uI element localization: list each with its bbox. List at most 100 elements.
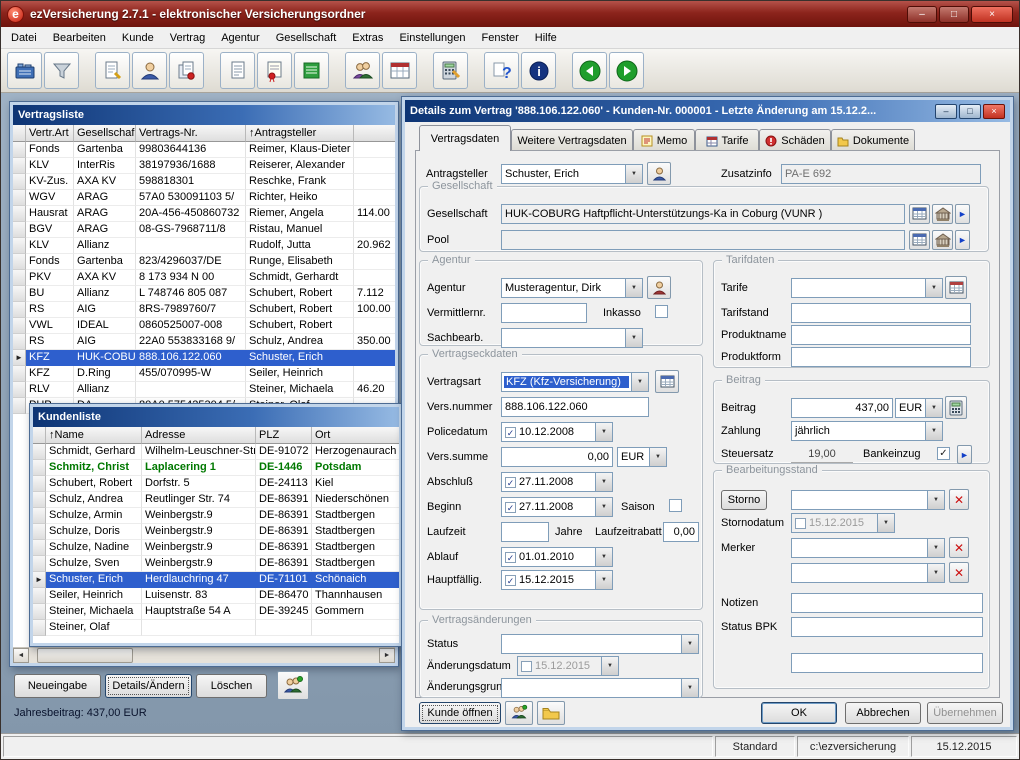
inkasso-checkbox[interactable] — [655, 305, 668, 318]
table-row[interactable]: Schmidt, GerhardWilhelm-Leuschner-StraDE… — [33, 444, 399, 460]
scroll-left-arrow[interactable]: ◄ — [13, 648, 29, 663]
tab-dokumente[interactable]: Dokumente — [831, 129, 915, 151]
details-minimize-button[interactable]: – — [935, 104, 957, 119]
table-row[interactable]: BGVARAG08-GS-7968711/8Ristau, Manuel — [13, 222, 395, 238]
ordner-button[interactable] — [537, 701, 565, 725]
table-row[interactable]: ►KFZHUK-COBU888.106.122.060Schuster, Eri… — [13, 350, 395, 366]
versnummer-field[interactable]: 888.106.122.060 — [501, 397, 649, 417]
steuersatz-field[interactable]: 19,00 — [791, 445, 853, 463]
chevron-down-icon[interactable]: ▼ — [595, 498, 612, 516]
menu-item-bearbeiten[interactable]: Bearbeiten — [45, 28, 114, 48]
hauptfaellig-checkbox[interactable] — [505, 575, 516, 586]
tab-schaeden[interactable]: Schäden — [759, 129, 831, 151]
tab-vertragsdaten[interactable]: Vertragsdaten — [419, 125, 511, 151]
table-row[interactable]: Schmitz, ChristLaplacering 1DE-1446Potsd… — [33, 460, 399, 476]
antragsteller-combobox[interactable]: Schuster, Erich▼ — [501, 164, 643, 184]
bankeinzug-checkbox[interactable] — [937, 447, 950, 460]
beitrag-field[interactable]: 437,00 — [791, 398, 893, 418]
menu-item-kunde[interactable]: Kunde — [114, 28, 162, 48]
vertragsliste-hscrollbar[interactable]: ◄ ► — [13, 647, 395, 663]
chevron-down-icon[interactable]: ▼ — [595, 423, 612, 441]
listen-button[interactable] — [294, 52, 329, 89]
ablauf-checkbox[interactable] — [505, 552, 516, 563]
merker2-combobox[interactable]: ▼ — [791, 563, 945, 583]
table-row[interactable]: Seiler, HeinrichLuisenstr. 83DE-86470Tha… — [33, 588, 399, 604]
menu-item-extras[interactable]: Extras — [344, 28, 391, 48]
agentur-open-button[interactable] — [647, 276, 671, 299]
zurueck-button[interactable] — [572, 52, 607, 89]
kartei-button[interactable] — [7, 52, 42, 89]
menu-item-agentur[interactable]: Agentur — [213, 28, 268, 48]
table-row[interactable]: Schulze, ArminWeinbergstr.9DE-86391Stadt… — [33, 508, 399, 524]
kunden-zuordnung-button[interactable] — [277, 671, 309, 700]
table-row[interactable]: RSAIG22A0 553833168 9/Schulz, Andrea350.… — [13, 334, 395, 350]
abschluss-checkbox[interactable] — [505, 477, 516, 488]
column-header[interactable] — [354, 125, 395, 142]
produktname-field[interactable] — [791, 325, 971, 345]
main-titlebar[interactable]: e ezVersicherung 2.7.1 - elektronischer … — [1, 1, 1019, 27]
info-button[interactable]: i — [521, 52, 556, 89]
table-row[interactable]: WGVARAG57A0 530091103 5/Richter, Heiko — [13, 190, 395, 206]
details-close-button[interactable]: × — [983, 104, 1005, 119]
table-row[interactable]: Schulz, AndreaReutlinger Str. 74DE-86391… — [33, 492, 399, 508]
hauptfaellig-datepicker[interactable]: 15.12.2015▼ — [501, 570, 613, 590]
kunden-button[interactable] — [132, 52, 167, 89]
policedatum-checkbox[interactable] — [505, 427, 516, 438]
kalender-button[interactable] — [382, 52, 417, 89]
chevron-down-icon[interactable]: ▼ — [927, 564, 944, 582]
stornodatum-checkbox[interactable] — [795, 518, 806, 529]
table-row[interactable]: KLVAllianzRudolf, Jutta20.962 — [13, 238, 395, 254]
notizen-field[interactable] — [791, 593, 983, 613]
tarife-select-button[interactable] — [945, 276, 967, 299]
details-aendern-button[interactable]: Details/Ändern — [105, 674, 192, 698]
maximize-button[interactable]: □ — [939, 6, 969, 23]
column-header[interactable]: Adresse — [142, 427, 256, 444]
column-header[interactable]: Vertrags-Nr. — [136, 125, 246, 142]
merker2-clear-button[interactable]: ✕ — [949, 562, 969, 583]
gesellschaft-info-button[interactable] — [932, 204, 953, 224]
kundenliste-titlebar[interactable]: Kundenliste — [33, 407, 399, 427]
table-row[interactable]: ►Schuster, ErichHerdlauchring 47DE-71101… — [33, 572, 399, 588]
table-row[interactable]: KLVInterRis38197936/1688Reiserer, Alexan… — [13, 158, 395, 174]
rechner-button[interactable] — [433, 52, 468, 89]
pool-select-button[interactable] — [909, 230, 930, 250]
ok-button[interactable]: OK — [761, 702, 837, 724]
aenderungsdatum-checkbox[interactable] — [521, 661, 532, 672]
laufzeitrabatt-field[interactable]: 0,00 — [663, 522, 699, 542]
chevron-down-icon[interactable]: ▼ — [927, 539, 944, 557]
chevron-down-icon[interactable]: ▼ — [625, 165, 642, 183]
scroll-right-arrow[interactable]: ► — [379, 648, 395, 663]
chevron-down-icon[interactable]: ▼ — [927, 491, 944, 509]
vertragsart-combobox[interactable]: KFZ (Kfz-Versicherung)▼ — [501, 372, 649, 392]
chevron-down-icon[interactable]: ▼ — [595, 571, 612, 589]
hilfe-button[interactable]: ? — [484, 52, 519, 89]
beitrag-rechner-button[interactable] — [945, 396, 967, 419]
table-row[interactable]: KFZD.Ring455/070995-WSeiler, Heinrich — [13, 366, 395, 382]
merker-combobox[interactable]: ▼ — [791, 538, 945, 558]
chevron-down-icon[interactable]: ▼ — [925, 422, 942, 440]
table-row[interactable]: BUAllianzL 748746 805 087Schubert, Rober… — [13, 286, 395, 302]
filter-button[interactable] — [44, 52, 79, 89]
menu-item-einstellungen[interactable]: Einstellungen — [391, 28, 473, 48]
chevron-down-icon[interactable]: ▼ — [925, 279, 942, 297]
details-maximize-button[interactable]: □ — [959, 104, 981, 119]
antragsteller-open-button[interactable] — [647, 162, 671, 185]
chevron-down-icon[interactable]: ▼ — [595, 548, 612, 566]
table-row[interactable]: KV-Zus.AXA KV598818301Reschke, Frank — [13, 174, 395, 190]
table-row[interactable]: Schulze, DorisWeinbergstr.9DE-86391Stadt… — [33, 524, 399, 540]
abschluss-datepicker[interactable]: 27.11.2008▼ — [501, 472, 613, 492]
agentur-combobox[interactable]: Musteragentur, Dirk▼ — [501, 278, 643, 298]
beginn-datepicker[interactable]: 27.11.2008▼ — [501, 497, 613, 517]
kunde-oeffnen-button[interactable]: Kunde öffnen — [419, 702, 501, 724]
aenderungsgrund-combobox[interactable]: ▼ — [501, 678, 699, 698]
storno-clear-button[interactable]: ✕ — [949, 489, 969, 510]
tarife-combobox[interactable]: ▼ — [791, 278, 943, 298]
column-header[interactable]: ↑Name — [46, 427, 142, 444]
dokument-button[interactable] — [220, 52, 255, 89]
table-row[interactable]: VWLIDEAL0860525007-008Schubert, Robert — [13, 318, 395, 334]
beitrag-currency-combobox[interactable]: EUR▼ — [895, 398, 943, 418]
menu-item-datei[interactable]: Datei — [3, 28, 45, 48]
ablauf-datepicker[interactable]: 01.01.2010▼ — [501, 547, 613, 567]
statusbpk-field[interactable] — [791, 617, 983, 637]
vertraege-button[interactable] — [169, 52, 204, 89]
